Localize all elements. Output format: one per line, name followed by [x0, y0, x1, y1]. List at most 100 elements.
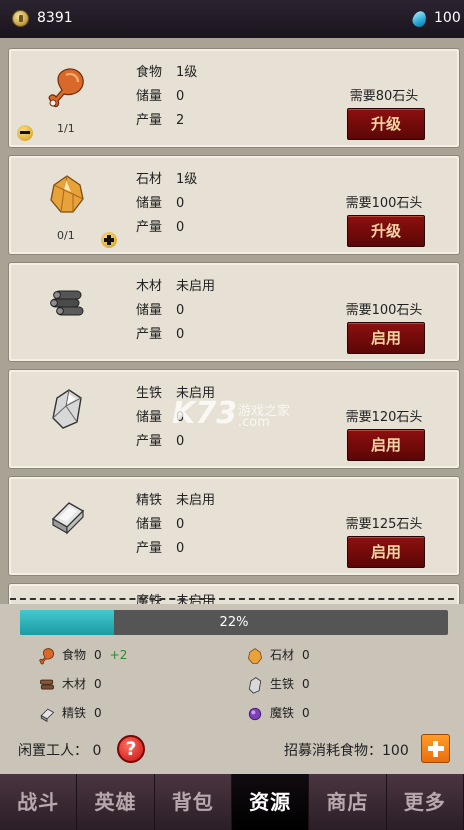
resource-name: 石材 [136, 172, 163, 187]
storage-value: 0 [176, 196, 185, 211]
increase-workers-button[interactable] [101, 232, 117, 248]
enable-button[interactable]: 启用 [347, 536, 425, 568]
enable-button[interactable]: 启用 [347, 322, 425, 354]
inventory-name: 精铁 [62, 706, 87, 720]
drumstick-icon [39, 647, 55, 664]
iron-ore-icon [248, 676, 262, 694]
drumstick-icon [48, 68, 84, 108]
tab-shop[interactable]: 商店 [309, 774, 387, 830]
inventory-pig-iron: 生铁 0 [246, 675, 310, 694]
output-value: 0 [176, 434, 185, 449]
resource-card-stone: 0/1 石材 1级 储量 0 产量 0 需要100石头 升级 [8, 155, 460, 255]
inventory-value: 0 [302, 648, 310, 662]
inventory-food: 食物 0 +2 [38, 646, 127, 664]
resource-status: 1级 [176, 65, 198, 80]
resource-name: 食物 [136, 65, 163, 80]
enable-cost: 需要100石头 [345, 303, 423, 318]
idle-workers: 闲置工人： 0 [18, 740, 101, 760]
resource-status: 未启用 [176, 493, 216, 508]
tab-backpack[interactable]: 背包 [155, 774, 232, 830]
storage-label: 储量 [136, 196, 163, 211]
resource-name: 木材 [136, 279, 163, 294]
decrease-workers-button[interactable] [17, 125, 33, 141]
upgrade-cost: 需要100石头 [345, 196, 423, 211]
storage-value: 0 [176, 89, 185, 104]
worker-counter: 0/1 [57, 229, 75, 242]
recruit-cost-label: 招募消耗食物： [284, 743, 382, 759]
inventory-name: 魔铁 [270, 706, 295, 720]
resource-card-refined-iron: 精铁 未启用 储量 0 产量 0 需要125石头 启用 [8, 476, 460, 576]
storage-value: 0 [176, 303, 185, 318]
upgrade-button[interactable]: 升级 [347, 108, 425, 140]
output-label: 产量 [136, 541, 163, 556]
worker-counter: 1/1 [57, 122, 75, 135]
coin-icon [12, 10, 29, 27]
resource-name: 魔铁 [136, 594, 163, 604]
inventory-name: 生铁 [270, 677, 295, 691]
tab-more[interactable]: 更多 [387, 774, 464, 830]
enable-button[interactable]: 启用 [347, 429, 425, 461]
inventory-wood: 木材 0 [38, 675, 102, 693]
stone-ore-icon [248, 647, 262, 664]
output-value: 0 [176, 327, 185, 342]
stone-ore-icon [50, 175, 84, 213]
enable-cost: 需要125石头 [345, 517, 423, 532]
resource-status: 未启用 [176, 279, 216, 294]
upgrade-cost: 需要80石头 [349, 89, 419, 104]
progress-label: 22% [219, 615, 249, 630]
output-label: 产量 [136, 113, 163, 128]
resource-card-food: 1/1 食物 1级 储量 0 产量 2 需要80石头 升级 [8, 48, 460, 148]
output-value: 2 [176, 113, 185, 128]
recruit-cost: 招募消耗食物：100 [284, 740, 409, 760]
inventory-refined-iron: 精铁 0 [38, 704, 102, 722]
gem-icon [410, 9, 429, 29]
output-label: 产量 [136, 327, 163, 342]
watermark-brand: K73 [172, 396, 237, 431]
inventory-stone: 石材 0 [246, 646, 310, 664]
inventory-name: 食物 [62, 648, 87, 662]
idle-workers-value: 0 [92, 743, 102, 759]
inventory-name: 石材 [270, 648, 295, 662]
top-bar: 8391 100 [0, 0, 464, 38]
storage-value: 0 [176, 517, 185, 532]
iron-ore-icon [52, 389, 82, 429]
resource-name: 精铁 [136, 493, 163, 508]
gold-amount: 8391 [37, 10, 73, 26]
enable-cost: 需要120石头 [345, 410, 423, 425]
output-label: 产量 [136, 434, 163, 449]
inventory-delta: +2 [109, 648, 128, 662]
help-button[interactable]: ? [117, 735, 145, 763]
inventory-magic-iron: 魔铁 0 [246, 704, 310, 722]
tab-battle[interactable]: 战斗 [0, 774, 78, 830]
storage-label: 储量 [136, 89, 163, 104]
resource-status: 1级 [176, 172, 198, 187]
magic-iron-icon [248, 707, 262, 720]
bottom-nav: 战斗 英雄 背包 资源 商店 更多 [0, 774, 464, 830]
watermark-domain: .com [238, 415, 270, 430]
resource-card-magic-iron: 魔铁 未启用 [8, 583, 460, 604]
logs-icon [50, 290, 84, 316]
inventory-value: 0 [302, 677, 310, 691]
storage-label: 储量 [136, 410, 163, 425]
resource-name: 生铁 [136, 386, 163, 401]
output-label: 产量 [136, 220, 163, 235]
recruit-cost-value: 100 [382, 743, 409, 759]
inventory-name: 木材 [62, 677, 87, 691]
progress-bar: 22% [20, 610, 448, 635]
logs-icon [40, 679, 54, 689]
output-value: 0 [176, 541, 185, 556]
iron-ingot-icon [51, 502, 85, 535]
watermark: K73 游戏之家 .com [172, 396, 290, 431]
iron-ingot-icon [40, 708, 55, 722]
storage-label: 储量 [136, 303, 163, 318]
inventory-value: 0 [94, 706, 102, 720]
tab-heroes[interactable]: 英雄 [77, 774, 155, 830]
inventory-value: 0 [94, 648, 102, 662]
resource-list[interactable]: 1/1 食物 1级 储量 0 产量 2 需要80石头 升级 0/1 石材 1级 储量 0 … [0, 38, 464, 604]
storage-label: 储量 [136, 517, 163, 532]
recruit-worker-button[interactable] [421, 734, 450, 763]
tab-resources[interactable]: 资源 [231, 774, 310, 830]
upgrade-button[interactable]: 升级 [347, 215, 425, 247]
resource-card-wood: 木材 未启用 储量 0 产量 0 需要100石头 启用 [8, 262, 460, 362]
idle-workers-label: 闲置工人： [18, 743, 88, 759]
